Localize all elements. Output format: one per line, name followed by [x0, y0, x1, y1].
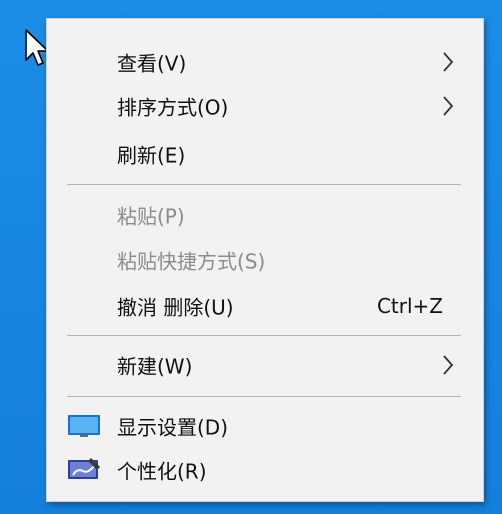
- chevron-right-icon: [443, 355, 454, 375]
- menu-item-view[interactable]: 查看(V): [47, 41, 483, 83]
- display-settings-icon: [68, 415, 100, 437]
- menu-item-label: 个性化(R): [117, 459, 207, 484]
- menu-item-refresh[interactable]: 刷新(E): [47, 133, 483, 175]
- menu-item-label: 显示设置(D): [117, 415, 229, 440]
- menu-item-label: 排序方式(O): [117, 95, 229, 120]
- menu-item-new[interactable]: 新建(W): [47, 344, 483, 386]
- menu-item-undo-delete[interactable]: 撤消 删除(U) Ctrl+Z: [47, 285, 483, 327]
- menu-separator: [67, 184, 461, 185]
- menu-separator: [67, 335, 461, 336]
- menu-item-label: 新建(W): [117, 354, 193, 379]
- personalize-icon: [68, 458, 100, 479]
- menu-item-label: 撤消 删除(U): [117, 295, 234, 320]
- menu-item-label: 刷新(E): [117, 143, 186, 168]
- menu-item-sort-by[interactable]: 排序方式(O): [47, 85, 483, 127]
- menu-item-display-settings[interactable]: 显示设置(D): [47, 405, 483, 447]
- menu-item-label: 查看(V): [117, 51, 187, 76]
- menu-item-shortcut: Ctrl+Z: [376, 294, 443, 318]
- menu-item-personalize[interactable]: 个性化(R): [47, 449, 483, 491]
- menu-separator: [67, 396, 461, 397]
- menu-item-paste: 粘贴(P): [47, 194, 483, 236]
- chevron-right-icon: [443, 96, 454, 116]
- menu-item-label: 粘贴(P): [117, 204, 185, 229]
- chevron-right-icon: [443, 52, 454, 72]
- desktop-context-menu: 查看(V) 排序方式(O) 刷新(E) 粘贴(P) 粘贴快捷方式(S) 撤消 删…: [46, 18, 484, 502]
- menu-item-label: 粘贴快捷方式(S): [117, 249, 266, 274]
- menu-item-paste-shortcut: 粘贴快捷方式(S): [47, 239, 483, 281]
